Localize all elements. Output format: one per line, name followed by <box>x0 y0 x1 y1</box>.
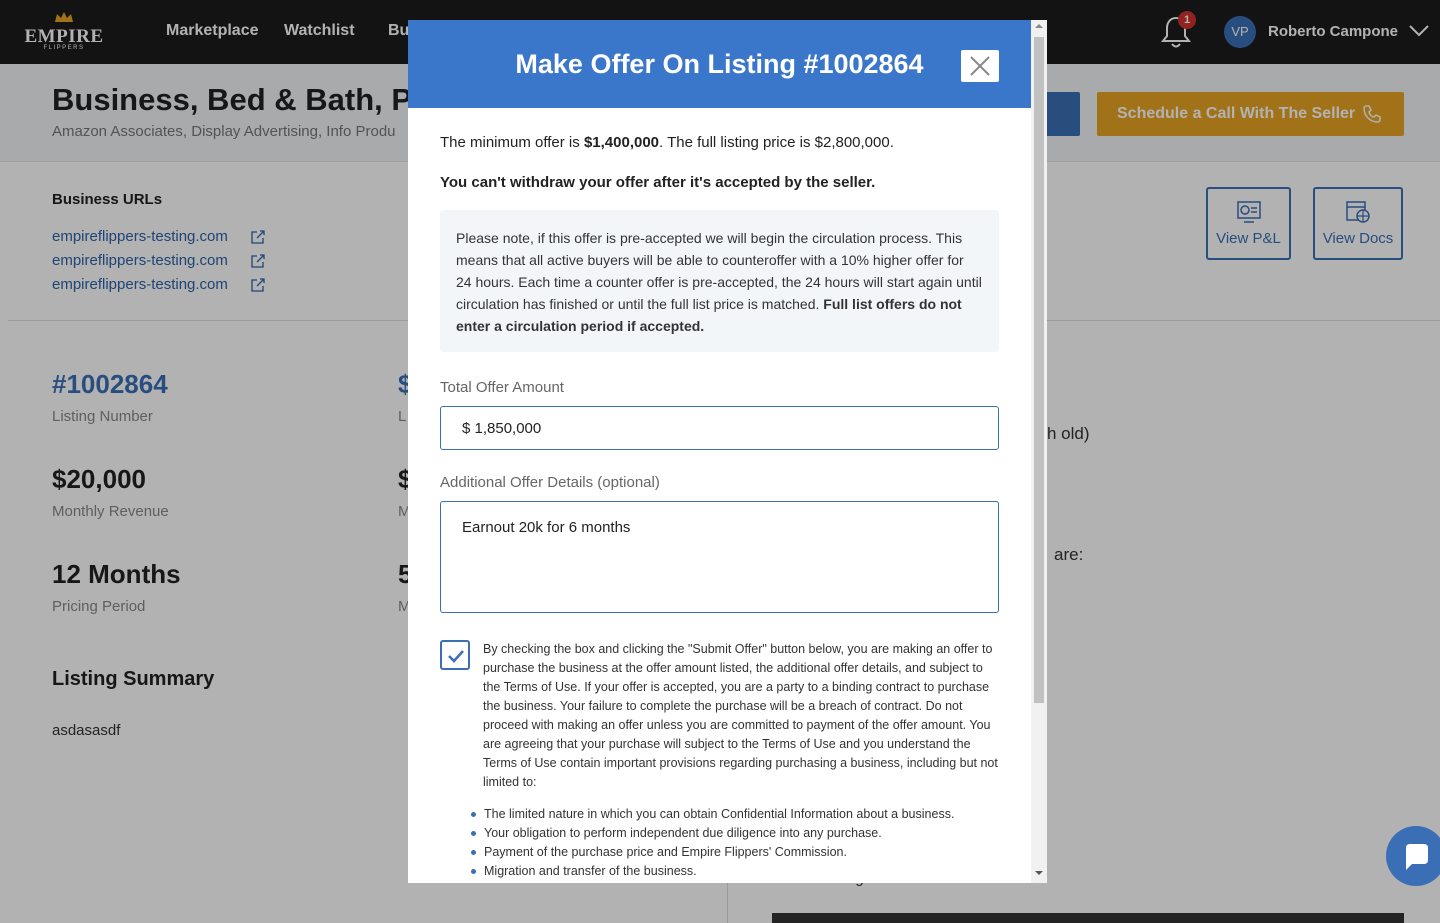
checkmark-icon <box>448 650 464 663</box>
minimum-offer-text: The minimum offer is $1,400,000. The ful… <box>440 134 894 151</box>
chat-button[interactable] <box>1386 826 1440 886</box>
list-item: The limited nature in which you can obta… <box>470 805 1010 824</box>
minimum-offer-value: $1,400,000 <box>583 134 660 151</box>
chat-icon <box>1406 844 1428 870</box>
list-item: Payment of the purchase price and Empire… <box>470 843 1010 862</box>
terms-bullet-list: The limited nature in which you can obta… <box>470 805 1010 881</box>
total-offer-label: Total Offer Amount <box>440 379 564 396</box>
scroll-thumb[interactable] <box>1034 37 1044 703</box>
terms-checkbox[interactable] <box>440 640 470 670</box>
circulation-notice: Please note, if this offer is pre-accept… <box>440 210 999 352</box>
offer-details-textarea[interactable]: Earnout 20k for 6 months <box>440 501 999 613</box>
make-offer-modal: Make Offer On Listing #1002864 The minim… <box>408 20 1047 883</box>
offer-details-label: Additional Offer Details (optional) <box>440 474 660 491</box>
modal-scrollbar[interactable] <box>1031 20 1047 883</box>
list-item: Your obligation to perform independent d… <box>470 824 1010 843</box>
close-button[interactable] <box>961 50 999 82</box>
modal-title: Make Offer On Listing #1002864 <box>515 49 924 79</box>
list-item: Migration and transfer of the business. <box>470 862 1010 881</box>
scroll-down-arrow[interactable] <box>1035 871 1043 875</box>
total-offer-input[interactable] <box>440 406 999 450</box>
withdraw-warning: You can't withdraw your offer after it's… <box>440 174 876 191</box>
modal-header: Make Offer On Listing #1002864 <box>408 20 1031 108</box>
terms-text: By checking the box and clicking the "Su… <box>483 642 998 789</box>
scroll-up-arrow[interactable] <box>1035 24 1043 28</box>
close-icon <box>970 56 990 76</box>
